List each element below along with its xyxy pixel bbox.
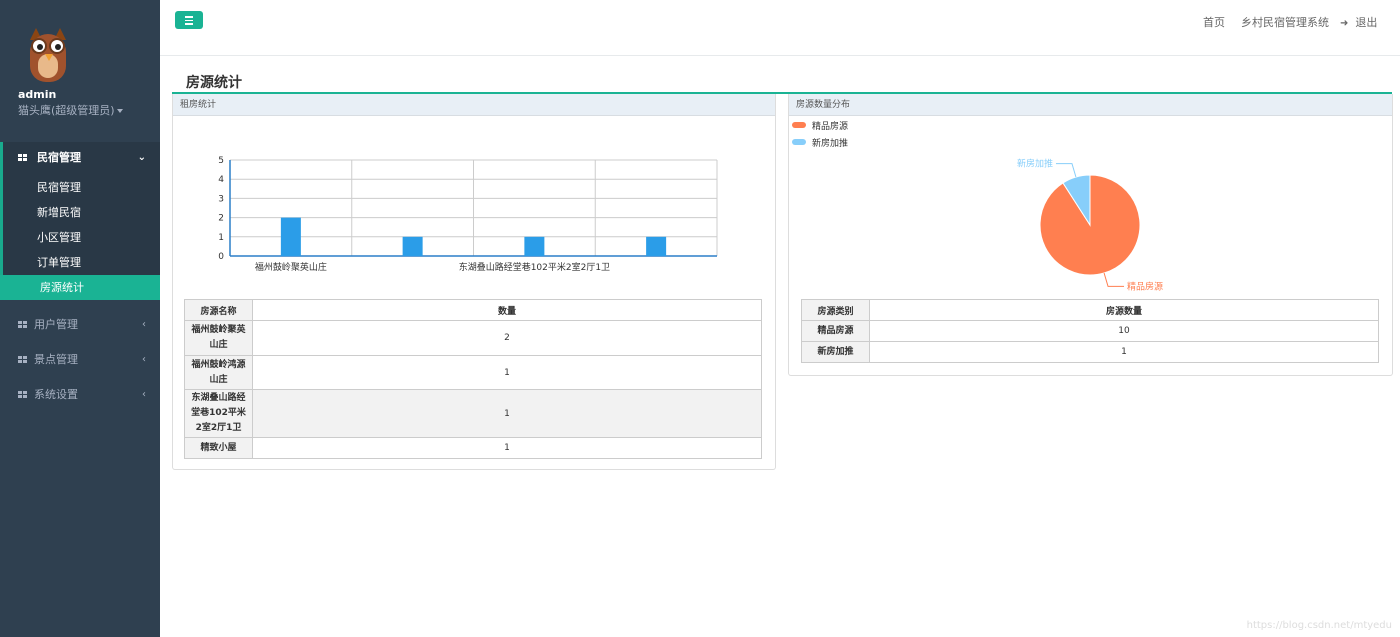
sidebar-group-homestay[interactable]: 民宿管理 ⌄ <box>0 143 160 173</box>
table-header: 房源名称 <box>184 299 253 321</box>
pie-label-line <box>1103 272 1125 287</box>
table-row: 东湖叠山路经堂巷102平米2室2厅1卫 1 <box>184 389 762 438</box>
y-tick-label: 1 <box>218 233 224 243</box>
chevron-down-icon: ⌄ <box>137 152 146 163</box>
chevron-left-icon: ‹ <box>142 389 146 400</box>
legend-label[interactable]: 精品房源 <box>812 119 848 132</box>
table-cell-name: 福州鼓岭聚英山庄 <box>184 320 253 356</box>
sidebar-item-statistics[interactable]: 房源统计 <box>0 275 160 300</box>
x-tick-label: 东湖叠山路经堂巷102平米2室2厅1卫 <box>459 261 610 273</box>
sidebar-group-users[interactable]: 用户管理 ‹ <box>0 310 160 340</box>
sidebar-group-label[interactable]: 景点管理 <box>34 345 78 375</box>
legend-swatch[interactable] <box>792 122 806 128</box>
rental-stats-table: 房源名称 数量 福州鼓岭聚英山庄 2 福州鼓岭鸿源山庄 1 东湖叠山路经堂巷10… <box>184 299 762 459</box>
user-name: admin <box>18 88 57 101</box>
panel-title: 房源数量分布 <box>789 94 1392 116</box>
sign-out-icon[interactable]: ➜ <box>1340 18 1348 29</box>
table-row: 精品房源 10 <box>801 320 1379 342</box>
table-row: 福州鼓岭鸿源山庄 1 <box>184 355 762 390</box>
user-role-dropdown[interactable]: 猫头鹰(超级管理员) <box>18 102 123 118</box>
topbar: 首页 乡村民宿管理系统 ➜ 退出 <box>160 0 1400 56</box>
legend-swatch[interactable] <box>792 139 806 145</box>
chevron-left-icon: ‹ <box>142 319 146 330</box>
panel-title: 租房统计 <box>173 94 775 116</box>
y-tick-label: 0 <box>218 252 224 262</box>
pie-label: 精品房源 <box>1127 280 1163 292</box>
table-cell-count: 10 <box>869 320 1379 342</box>
sidebar-item-add-homestay[interactable]: 新增民宿 <box>0 200 157 225</box>
table-header: 房源数量 <box>869 299 1379 321</box>
bar <box>280 217 301 256</box>
pie-chart: 精品房源 新房加推 <box>1017 158 1163 293</box>
y-tick-label: 3 <box>218 194 224 204</box>
table-cell-name: 福州鼓岭鸿源山庄 <box>184 355 253 390</box>
avatar[interactable] <box>26 24 70 84</box>
x-tick-label: 福州鼓岭聚英山庄 <box>255 261 327 273</box>
table-cell-count: 1 <box>252 355 762 390</box>
y-tick-label: 5 <box>218 156 224 166</box>
table-cell-count: 1 <box>252 437 762 459</box>
y-tick-label: 4 <box>218 175 224 185</box>
bar-chart: 0 1 2 3 4 5 福州鼓岭聚英山庄 东湖叠山路经堂巷102平米2室2厅1卫 <box>218 156 718 273</box>
caret-down-icon[interactable] <box>116 109 123 113</box>
logout-link[interactable]: ➜ 退出 <box>1340 14 1377 30</box>
table-row: 福州鼓岭聚英山庄 2 <box>184 320 762 356</box>
sidebar-group-label[interactable]: 系统设置 <box>34 380 78 410</box>
sidebar-item-orders[interactable]: 订单管理 <box>0 250 157 275</box>
sidebar-group-attractions[interactable]: 景点管理 ‹ <box>0 345 160 375</box>
y-tick-label: 2 <box>218 214 224 224</box>
sidebar: admin 猫头鹰(超级管理员) 民宿管理 ⌄ 民宿管理 新增民宿 小区管理 订… <box>0 0 160 637</box>
table-cell-name: 新房加推 <box>801 341 870 363</box>
sidebar-item-community[interactable]: 小区管理 <box>0 225 157 250</box>
logout-label[interactable]: 退出 <box>1355 16 1377 29</box>
table-cell-count: 2 <box>252 320 762 356</box>
legend-label[interactable]: 新房加推 <box>812 136 848 149</box>
legend-item[interactable]: 精品房源 <box>792 119 872 132</box>
pie-label: 新房加推 <box>1017 158 1053 170</box>
sidebar-group-label[interactable]: 民宿管理 <box>37 143 81 173</box>
table-cell-name: 精致小屋 <box>184 437 253 459</box>
sidebar-item-homestay[interactable]: 民宿管理 <box>0 175 157 200</box>
table-row: 新房加推 1 <box>801 341 1379 363</box>
table-header: 数量 <box>252 299 762 321</box>
grid-icon <box>18 154 28 162</box>
bar <box>402 236 423 256</box>
home-link[interactable]: 首页 <box>1203 14 1225 30</box>
sidebar-group-settings[interactable]: 系统设置 ‹ <box>0 380 160 410</box>
table-row: 精致小屋 1 <box>184 437 762 459</box>
table-header: 房源类别 <box>801 299 870 321</box>
page-title: 房源统计 <box>186 75 242 91</box>
distribution-table: 房源类别 房源数量 精品房源 10 新房加推 1 <box>801 299 1379 363</box>
grid-icon <box>18 356 28 364</box>
table-cell-count: 1 <box>869 341 1379 363</box>
profile-area: admin 猫头鹰(超级管理员) <box>0 0 160 140</box>
watermark: https://blog.csdn.net/mtyedu <box>1246 620 1392 631</box>
chevron-left-icon: ‹ <box>142 354 146 365</box>
system-link[interactable]: 乡村民宿管理系统 <box>1241 14 1329 30</box>
bar <box>524 236 545 256</box>
menu-toggle-button[interactable] <box>175 11 203 29</box>
user-role[interactable]: 猫头鹰(超级管理员) <box>18 104 115 117</box>
bar <box>646 236 667 256</box>
sidebar-group-label[interactable]: 用户管理 <box>34 310 78 340</box>
table-cell-name: 精品房源 <box>801 320 870 342</box>
table-cell-name: 东湖叠山路经堂巷102平米2室2厅1卫 <box>184 389 253 438</box>
grid-icon <box>18 321 28 329</box>
table-cell-count: 1 <box>252 389 762 438</box>
legend-item[interactable]: 新房加推 <box>792 136 872 149</box>
pie-label-line <box>1055 163 1077 178</box>
grid-icon <box>18 391 28 399</box>
